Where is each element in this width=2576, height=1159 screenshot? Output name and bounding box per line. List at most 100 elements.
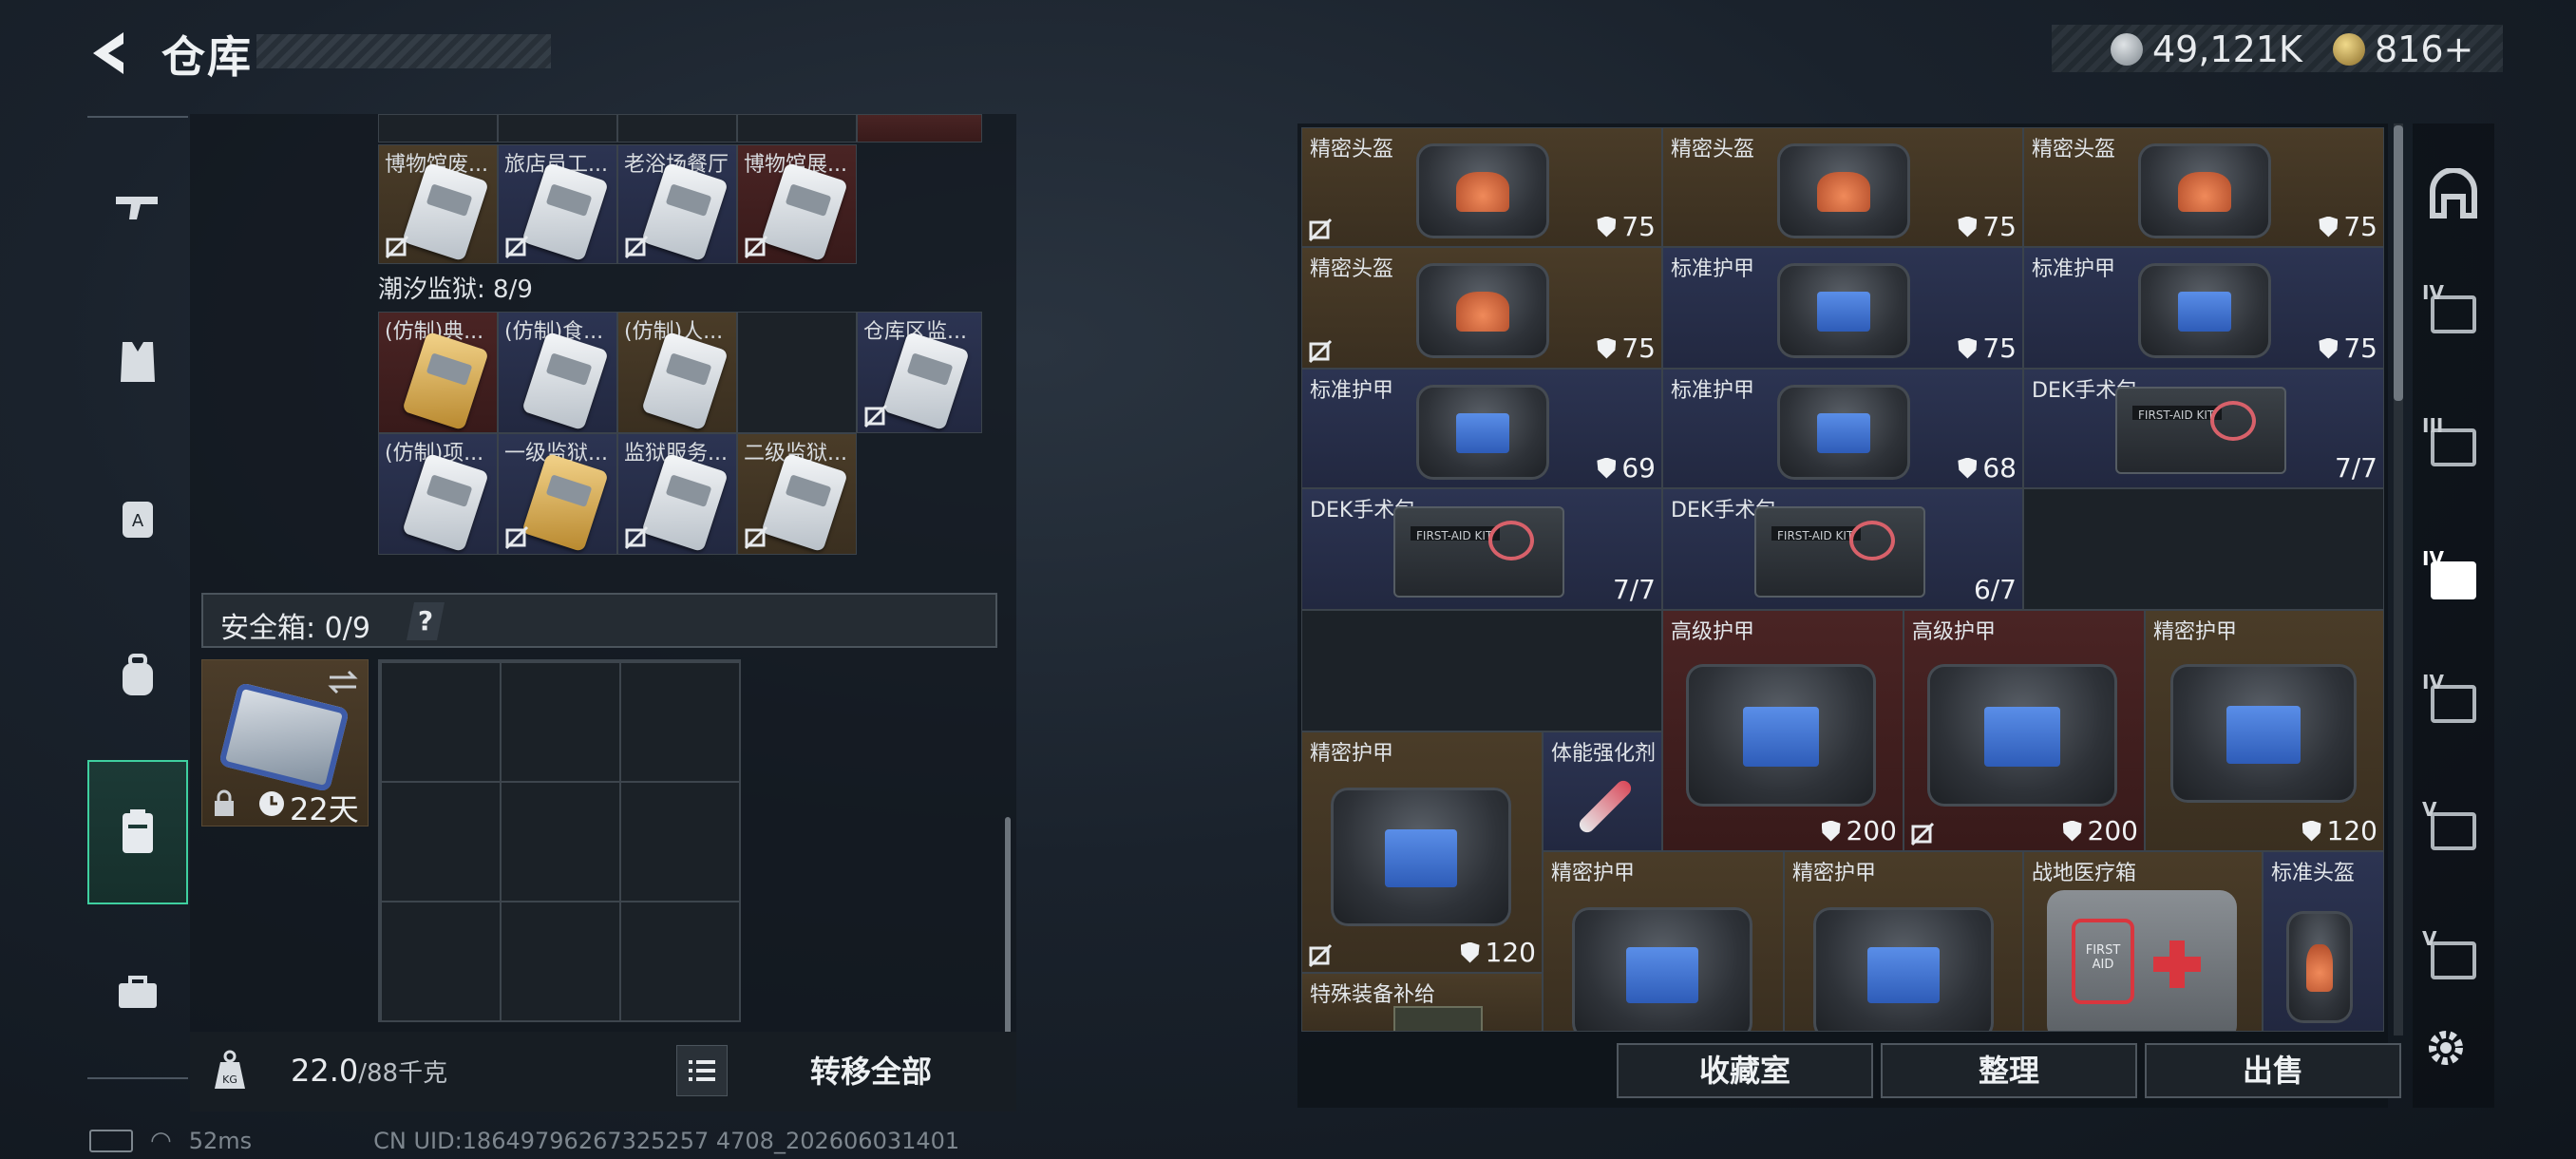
helmet-icon (2286, 911, 2353, 1023)
armor-item[interactable]: 精密护甲 120 (1301, 732, 1543, 973)
helmet-item[interactable]: 精密头盔 75 (1301, 247, 1662, 369)
supply-crate-item[interactable]: 特殊装备补给 (1301, 973, 1543, 1032)
durability-value: 69 (1621, 452, 1656, 484)
keycard-slot[interactable]: 监狱服务... (617, 433, 737, 555)
armor-item[interactable]: 标准护甲 69 (1301, 369, 1662, 488)
item-label: 精密头盔 (1671, 138, 1755, 162)
durability: 200 (1821, 815, 1897, 846)
helmet-item[interactable]: 精密头盔 75 (1301, 127, 1662, 247)
lock-icon (215, 789, 234, 816)
keycard-slot[interactable]: 一级监狱... (498, 433, 617, 555)
tab-tier: IV (2422, 547, 2444, 570)
armor-item[interactable]: 标准护甲 75 (1662, 247, 2023, 369)
shield-icon (1821, 820, 1841, 842)
storage-tab-4a[interactable]: IV (2413, 262, 2494, 367)
armor-icon (1686, 664, 1876, 807)
surgery-kit-icon: FIRST-AID KIT (1393, 506, 1564, 598)
list-view-button[interactable] (676, 1045, 728, 1096)
supply-crate-icon (1393, 1006, 1483, 1031)
inventory-slot[interactable] (617, 114, 737, 142)
scissors-icon (1487, 521, 1534, 561)
settings-button[interactable] (2422, 1024, 2470, 1075)
empty-slot[interactable] (2023, 488, 2384, 610)
first-aid-item[interactable]: 战地医疗箱 FIRST AID (2023, 851, 2263, 1032)
uses: 6/7 (1973, 574, 2017, 605)
transfer-all-button[interactable]: 转移全部 (747, 1043, 995, 1100)
durability: 68 (1958, 452, 2017, 484)
safe-box-grid[interactable] (378, 659, 741, 1022)
nav-armor[interactable] (87, 310, 188, 414)
durability: 120 (1460, 937, 1536, 968)
inventory-slot[interactable] (737, 114, 857, 142)
nav-toolbox[interactable] (87, 940, 188, 1045)
armor-item[interactable]: 标准护甲 68 (1662, 369, 2023, 488)
armor-item[interactable]: 标准护甲 75 (2023, 247, 2384, 369)
keycard-slot[interactable]: 老浴场餐厅 (617, 144, 737, 264)
safe-box-icon (218, 681, 350, 793)
armor-item[interactable]: 精密护甲 120 (2145, 610, 2384, 851)
helmet-item[interactable]: 标准头盔 (2263, 851, 2384, 1032)
item-label: 精密护甲 (2153, 620, 2238, 644)
storage-tab-4c[interactable]: IV (2413, 652, 2494, 756)
armor-item[interactable]: 高级护甲 200 (1904, 610, 2145, 851)
nav-weapon[interactable] (87, 154, 188, 258)
syringe-icon (1576, 777, 1635, 836)
organize-button[interactable]: 整理 (1881, 1043, 2137, 1098)
shield-icon (1958, 457, 1978, 479)
safe-box-item[interactable]: 22天 (201, 659, 369, 827)
currency-gold[interactable]: 816+ (2333, 28, 2473, 70)
keycard-slot[interactable]: (仿制)人... (617, 312, 737, 433)
medkit-item[interactable]: DEK手术包 FIRST-AID KIT 7/7 (1301, 488, 1662, 610)
durability: 75 (1958, 211, 2017, 242)
no-drop-icon (504, 525, 529, 550)
keycard-slot[interactable]: 博物馆废... (378, 144, 498, 264)
storage-tab-3[interactable]: III (2413, 395, 2494, 500)
storage-tab-5a[interactable]: V (2413, 779, 2494, 884)
nav-chest-rig[interactable]: A (87, 466, 188, 570)
item-label: 精密护甲 (1792, 862, 1877, 885)
tab-tier: III (2422, 414, 2444, 437)
item-label: 精密护甲 (1551, 862, 1636, 885)
inventory-slot[interactable] (857, 114, 982, 142)
armor-item[interactable]: 高级护甲 200 (1662, 610, 1904, 851)
sell-button[interactable]: 出售 (2145, 1043, 2401, 1098)
scrollbar[interactable] (1005, 817, 1011, 1036)
medkit-item[interactable]: DEK手术包 FIRST-AID KIT 6/7 (1662, 488, 2023, 610)
keycard-slot[interactable]: 博物馆展... (737, 144, 857, 264)
nav-backpack[interactable] (87, 623, 188, 728)
storage-box-icon (2431, 941, 2476, 979)
title-decoration (256, 34, 551, 68)
armor-icon (1331, 788, 1511, 926)
keycard-slot[interactable]: 二级监狱... (737, 433, 857, 555)
keycard-slot[interactable]: (仿制)项... (378, 433, 498, 555)
armor-icon (1777, 385, 1910, 480)
keycard-slot[interactable]: (仿制)食... (498, 312, 617, 433)
keycard-slot[interactable]: 仓库区监... (857, 312, 982, 433)
armor-item[interactable]: 精密护甲 (1543, 851, 1784, 1032)
collection-room-button[interactable]: 收藏室 (1617, 1043, 1873, 1098)
keycard-slot[interactable]: 旅店员工... (498, 144, 617, 264)
back-arrow-icon[interactable] (85, 27, 139, 80)
inventory-slot[interactable] (498, 114, 617, 142)
keycard-slot[interactable]: (仿制)典... (378, 312, 498, 433)
empty-slot[interactable] (1301, 610, 1662, 732)
medkit-item[interactable]: DEK手术包 FIRST-AID KIT 7/7 (2023, 369, 2384, 488)
keycard-icon (521, 452, 609, 553)
item-label: 精密头盔 (2032, 138, 2116, 162)
surgery-kit-icon: FIRST-AID KIT (1754, 506, 1925, 598)
nav-container[interactable] (87, 760, 188, 904)
helmet-item[interactable]: 精密头盔 75 (1662, 127, 2023, 247)
syringe-item[interactable]: 体能强化剂 (1543, 732, 1662, 851)
armor-item[interactable]: 精密护甲 (1784, 851, 2023, 1032)
storage-tab-main[interactable] (2413, 142, 2494, 247)
durability-value: 75 (1982, 211, 2017, 242)
gun-icon (116, 197, 158, 219)
empty-slot[interactable] (737, 312, 857, 433)
storage-tab-5b[interactable]: V (2413, 908, 2494, 1013)
inventory-slot[interactable] (378, 114, 498, 142)
no-drop-icon (1910, 822, 1935, 846)
helmet-item[interactable]: 精密头盔 75 (2023, 127, 2384, 247)
storage-tab-4b[interactable]: IV (2413, 528, 2494, 633)
medkit-strip-text: FIRST-AID KIT (1411, 526, 1500, 542)
scroll-thumb[interactable] (2394, 125, 2403, 401)
